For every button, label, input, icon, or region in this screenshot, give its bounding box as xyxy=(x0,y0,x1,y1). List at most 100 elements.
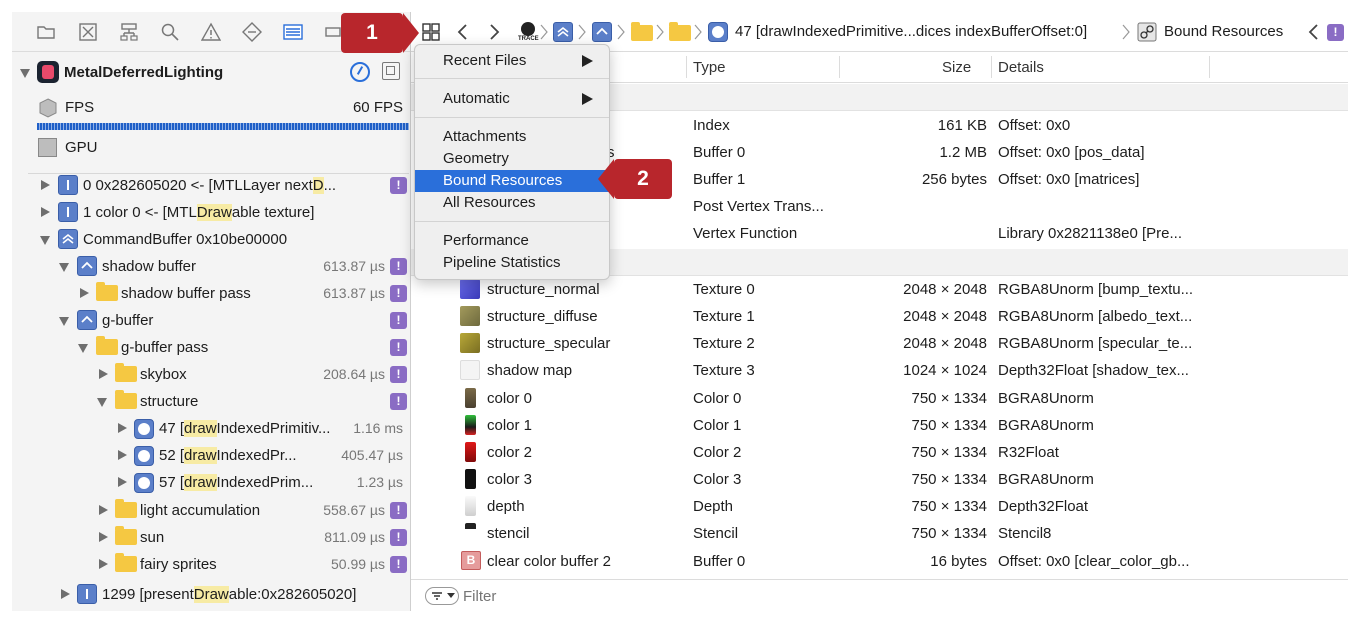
menu-item-attachments[interactable]: Attachments xyxy=(415,126,609,148)
draw-call-icon[interactable] xyxy=(708,22,728,42)
tree-row[interactable]: 52 [drawIndexedPr... 405.47 µs xyxy=(12,442,410,469)
forward-icon[interactable] xyxy=(486,23,502,41)
back-icon[interactable] xyxy=(455,23,471,41)
menu-item-bound-resources[interactable]: Bound Resources xyxy=(415,170,609,192)
issue-badge[interactable]: ! xyxy=(390,258,407,275)
gauge-icon[interactable] xyxy=(350,62,370,82)
disclosure-collapsed-icon[interactable] xyxy=(99,505,108,515)
row-highlight: Draw xyxy=(193,586,229,603)
command-icon xyxy=(77,584,97,604)
disclosure-collapsed-icon[interactable] xyxy=(118,477,127,487)
column-header-details[interactable]: Details xyxy=(998,59,1044,76)
command-icon xyxy=(58,202,78,222)
disclosure-expanded-icon[interactable] xyxy=(59,263,69,272)
table-row[interactable]: color 1 Color 1 750 × 1334 BGRA8Unorm xyxy=(411,412,1348,439)
tree-row[interactable]: 1 color 0 <- [MTLDrawable texture] xyxy=(12,199,410,226)
tree-row[interactable]: skybox 208.64 µs ! xyxy=(12,361,410,388)
tree-row[interactable]: shadow buffer 613.87 µs ! xyxy=(12,253,410,280)
menu-item-label: Recent Files xyxy=(443,52,527,69)
disclosure-collapsed-icon[interactable] xyxy=(99,369,108,379)
tree-row[interactable]: shadow buffer pass 613.87 µs ! xyxy=(12,280,410,307)
disclosure-collapsed-icon[interactable] xyxy=(61,589,70,599)
filter-options-icon[interactable] xyxy=(425,587,459,605)
table-row[interactable]: structure_normal Texture 0 2048 × 2048 R… xyxy=(411,276,1348,303)
draw-call-icon xyxy=(134,419,154,439)
gpu-row[interactable]: GPU xyxy=(12,134,410,161)
warning-icon[interactable] xyxy=(201,22,221,42)
x-box-icon[interactable] xyxy=(78,22,98,42)
table-row[interactable]: color 3 Color 3 750 × 1334 BGRA8Unorm xyxy=(411,466,1348,493)
disclosure-collapsed-icon[interactable] xyxy=(118,423,127,433)
table-row[interactable]: B clear color buffer 2 Buffer 0 16 bytes… xyxy=(411,548,1348,575)
tree-row[interactable]: g-buffer pass ! xyxy=(12,334,410,361)
tree-row[interactable]: sun 811.09 µs ! xyxy=(12,524,410,551)
table-row[interactable]: stencil Stencil 750 × 1334 Stencil8 xyxy=(411,520,1348,547)
tree-row[interactable]: structure ! xyxy=(12,388,410,415)
table-row[interactable]: shadow map Texture 3 1024 × 1024 Depth32… xyxy=(411,357,1348,384)
tree-row[interactable]: 57 [drawIndexedPrim... 1.23 µs xyxy=(12,469,410,496)
disclosure-collapsed-icon[interactable] xyxy=(80,288,89,298)
disclosure-expanded-icon[interactable] xyxy=(40,236,50,245)
table-row[interactable]: structure_diffuse Texture 1 2048 × 2048 … xyxy=(411,303,1348,330)
tree-row[interactable]: light accumulation 558.67 µs ! xyxy=(12,497,410,524)
bound-resources-icon[interactable] xyxy=(1137,22,1157,42)
menu-item-automatic[interactable]: Automatic xyxy=(415,88,609,110)
hierarchy-icon[interactable] xyxy=(119,22,139,42)
folder-icon[interactable] xyxy=(669,22,691,41)
disclosure-collapsed-icon[interactable] xyxy=(118,450,127,460)
row-label: shadow buffer pass xyxy=(121,285,251,302)
issue-badge[interactable]: ! xyxy=(390,177,407,194)
row-time: 811.09 µs xyxy=(324,529,385,545)
disclosure-collapsed-icon[interactable] xyxy=(41,180,50,190)
fps-row[interactable]: FPS 60 FPS xyxy=(12,94,410,121)
tree-row[interactable]: 0 0x282605020 <- [MTLLayer nextD... ! xyxy=(12,172,410,199)
menu-item-all-resources[interactable]: All Resources xyxy=(415,192,609,214)
crumb-draw-call[interactable]: 47 [drawIndexedPrimitive...dices indexBu… xyxy=(735,23,1087,40)
issue-badge[interactable]: ! xyxy=(390,502,407,519)
column-header-type[interactable]: Type xyxy=(693,59,726,76)
folder-icon[interactable] xyxy=(631,22,653,41)
issue-badge[interactable]: ! xyxy=(390,312,407,329)
column-header-size[interactable]: Size xyxy=(942,59,971,76)
issue-badge[interactable]: ! xyxy=(390,556,407,573)
folder-icon[interactable] xyxy=(36,22,56,42)
tree-row[interactable]: 1299 [presentDrawable:0x282605020] xyxy=(12,581,410,608)
encoder-icon[interactable] xyxy=(592,22,612,42)
filter-input[interactable] xyxy=(463,585,763,607)
disclosure-expanded-icon[interactable] xyxy=(78,344,88,353)
memory-icon[interactable] xyxy=(382,62,400,80)
issue-badge[interactable]: ! xyxy=(390,285,407,302)
tree-row[interactable]: 47 [drawIndexedPrimitiv... 1.16 ms xyxy=(12,415,410,442)
issue-badge[interactable]: ! xyxy=(390,529,407,546)
search-icon[interactable] xyxy=(160,22,180,42)
disclosure-collapsed-icon[interactable] xyxy=(41,207,50,217)
disclosure-collapsed-icon[interactable] xyxy=(99,559,108,569)
table-row[interactable]: depth Depth 750 × 1334 Depth32Float xyxy=(411,493,1348,520)
list-icon[interactable] xyxy=(283,22,303,42)
issue-badge[interactable]: ! xyxy=(390,393,407,410)
disclosure-expanded-icon[interactable] xyxy=(20,69,30,78)
table-row[interactable]: color 0 Color 0 750 × 1334 BGRA8Unorm xyxy=(411,385,1348,412)
menu-item-pipeline-statistics[interactable]: Pipeline Statistics xyxy=(415,252,609,274)
diamond-icon[interactable] xyxy=(242,22,262,42)
tree-row[interactable]: g-buffer ! xyxy=(12,307,410,334)
issue-badge[interactable]: ! xyxy=(1327,24,1344,41)
menu-item-recent-files[interactable]: Recent Files xyxy=(415,50,609,72)
grid-icon[interactable] xyxy=(421,22,441,42)
disclosure-expanded-icon[interactable] xyxy=(97,398,107,407)
disclosure-expanded-icon[interactable] xyxy=(59,317,69,326)
tree-row[interactable]: fairy sprites 50.99 µs ! xyxy=(12,551,410,578)
trace-icon[interactable]: TRACE xyxy=(518,21,539,43)
menu-item-performance[interactable]: Performance xyxy=(415,230,609,252)
issue-badge[interactable]: ! xyxy=(390,339,407,356)
table-row[interactable]: color 2 Color 2 750 × 1334 R32Float xyxy=(411,439,1348,466)
issue-badge[interactable]: ! xyxy=(390,366,407,383)
disclosure-collapsed-icon[interactable] xyxy=(99,532,108,542)
table-row[interactable]: structure_specular Texture 2 2048 × 2048… xyxy=(411,330,1348,357)
previous-issue-icon[interactable] xyxy=(1307,23,1321,41)
crumb-bound-resources[interactable]: Bound Resources xyxy=(1164,23,1283,40)
tree-row[interactable]: CommandBuffer 0x10be00000 xyxy=(12,226,410,253)
menu-item-geometry[interactable]: Geometry xyxy=(415,148,609,170)
command-buffer-icon[interactable] xyxy=(553,22,573,42)
app-row[interactable]: MetalDeferredLighting xyxy=(12,59,410,86)
